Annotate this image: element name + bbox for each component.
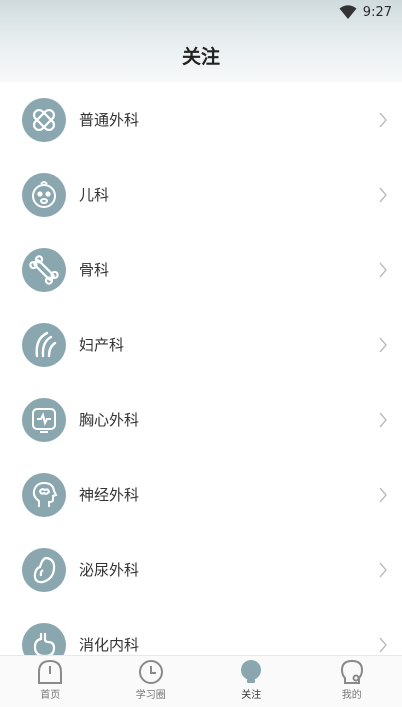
department-label: 胸心外科: [79, 383, 139, 458]
tab-follow[interactable]: 关注: [201, 656, 302, 707]
department-label: 儿科: [79, 158, 109, 233]
department-label: 骨科: [79, 233, 109, 308]
list-item-orthopedics[interactable]: 骨科: [0, 233, 402, 308]
page-title: 关注: [0, 42, 402, 69]
list-item-obstetrics-gynecology[interactable]: 妇产科: [0, 308, 402, 383]
status-time: 9:27: [363, 5, 392, 20]
bandage-icon: [22, 98, 66, 142]
baby-icon: [22, 173, 66, 217]
header-bar: 9:27 关注: [0, 0, 402, 82]
bulb-icon: [238, 659, 264, 685]
tab-label: 关注: [241, 686, 261, 701]
bottom-tab-bar: 首页 学习圈 关注 我的: [0, 655, 402, 707]
tab-label: 首页: [40, 686, 60, 701]
status-bar: 9:27: [339, 3, 392, 21]
chevron-right-icon: [378, 412, 388, 428]
list-item-neurosurgery[interactable]: 神经外科: [0, 458, 402, 533]
tab-label: 我的: [342, 686, 362, 701]
chevron-right-icon: [378, 487, 388, 503]
kidney-icon: [22, 548, 66, 592]
wifi-icon: [339, 5, 357, 19]
chevron-right-icon: [378, 337, 388, 353]
bone-icon: [22, 248, 66, 292]
department-label: 神经外科: [79, 458, 139, 533]
user-icon: [339, 659, 365, 685]
list-item-general-surgery[interactable]: 普通外科: [0, 83, 402, 158]
chevron-right-icon: [378, 262, 388, 278]
department-list: 普通外科 儿科 骨科: [0, 83, 402, 683]
chevron-right-icon: [378, 637, 388, 653]
department-label: 妇产科: [79, 308, 124, 383]
tab-label: 学习圈: [136, 686, 166, 701]
brain-head-icon: [22, 473, 66, 517]
chevron-right-icon: [378, 112, 388, 128]
clock-icon: [138, 659, 164, 685]
list-item-cardiothoracic-surgery[interactable]: 胸心外科: [0, 383, 402, 458]
chevron-right-icon: [378, 187, 388, 203]
home-icon: [37, 659, 63, 685]
tab-home[interactable]: 首页: [0, 656, 101, 707]
chevron-right-icon: [378, 562, 388, 578]
tab-study-circle[interactable]: 学习圈: [101, 656, 202, 707]
uterus-icon: [22, 323, 66, 367]
tab-mine[interactable]: 我的: [302, 656, 402, 707]
list-item-pediatrics[interactable]: 儿科: [0, 158, 402, 233]
department-label: 泌尿外科: [79, 533, 139, 608]
department-label: 普通外科: [79, 83, 139, 158]
list-item-urology[interactable]: 泌尿外科: [0, 533, 402, 608]
heart-monitor-icon: [22, 398, 66, 442]
